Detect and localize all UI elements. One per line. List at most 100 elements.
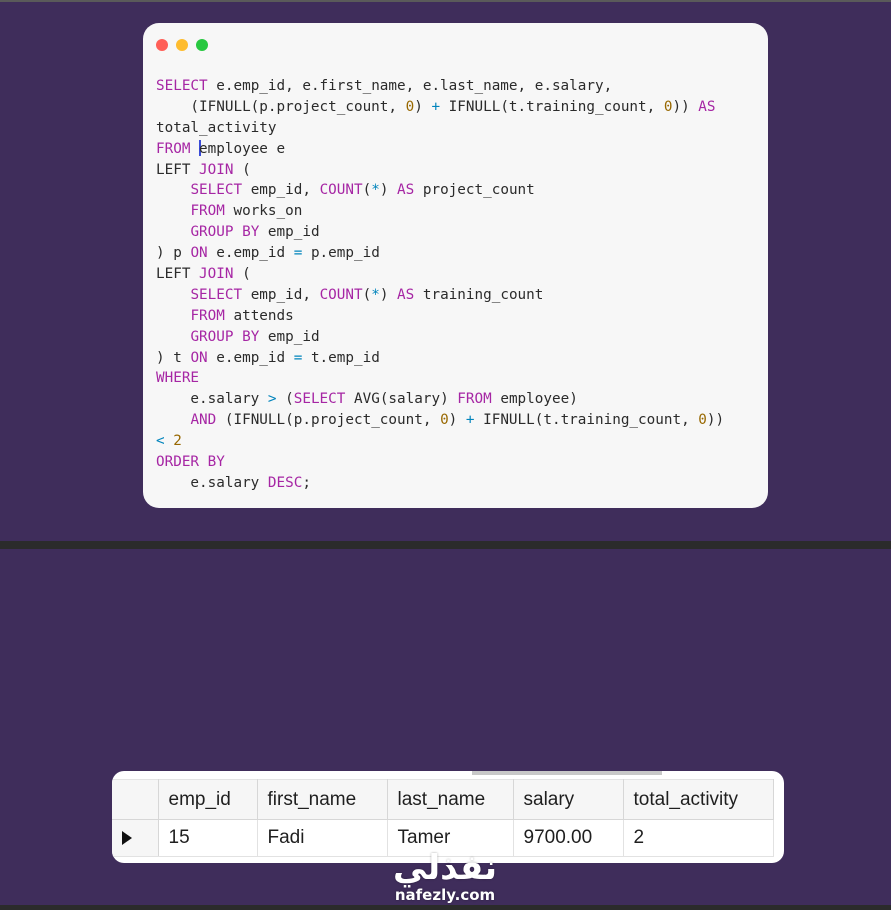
maximize-dot-icon[interactable] [196, 39, 208, 51]
code-token: ( [362, 182, 372, 199]
code-token: DESC [267, 474, 303, 491]
code-line: e.salary DESC; [156, 473, 724, 494]
code-token: AS [698, 98, 716, 115]
window-controls [156, 39, 208, 51]
code-token: 0 [698, 412, 707, 429]
horizontal-scrollbar[interactable] [472, 771, 662, 775]
code-token: ) t [156, 349, 191, 366]
code-line: ORDER BY [156, 452, 724, 473]
row-header[interactable] [112, 819, 159, 857]
code-token: COUNT [319, 286, 363, 303]
code-token: ORDER BY [156, 454, 225, 471]
code-token: (IFNULL(p.project_count, [216, 412, 441, 429]
code-token: employee) [491, 391, 578, 408]
code-token: FROM [190, 307, 225, 324]
code-token: IFNULL(t.training_count, [440, 98, 664, 115]
code-token: project_count [414, 182, 535, 199]
code-line: LEFT JOIN ( [156, 160, 724, 181]
code-token: SELECT [293, 391, 346, 408]
code-line: FROM employee e [156, 139, 724, 160]
row-header-corner [112, 779, 159, 820]
grid-header-row: emp_id first_name last_name salary total… [112, 779, 774, 820]
minimize-dot-icon[interactable] [176, 39, 188, 51]
code-token: WHERE [156, 370, 200, 387]
code-line: < 2 [156, 431, 724, 452]
column-header-emp-id[interactable]: emp_id [158, 779, 258, 820]
code-token: e.salary [156, 391, 268, 408]
cell-first-name[interactable]: Fadi [257, 819, 388, 857]
code-token: > [267, 391, 277, 408]
cell-salary[interactable]: 9700.00 [513, 819, 624, 857]
column-header-last-name[interactable]: last_name [387, 779, 514, 820]
code-line: WHERE [156, 368, 724, 389]
code-token: JOIN [199, 266, 234, 283]
code-window: SELECT e.emp_id, e.first_name, e.last_na… [143, 23, 768, 508]
row-pointer-icon [122, 830, 132, 845]
code-line: SELECT emp_id, COUNT(*) AS project_count [156, 180, 724, 201]
code-token: e.emp_id, e.first_name, e.last_name, e.s… [207, 78, 613, 94]
code-line: GROUP BY emp_id [156, 222, 724, 243]
code-token: ) [448, 412, 466, 429]
code-line: FROM works_on [156, 201, 724, 222]
code-line: ) t ON e.emp_id = t.emp_id [156, 348, 724, 369]
code-token: AS [397, 286, 415, 303]
code-token: LEFT [156, 161, 200, 178]
code-token: GROUP BY [190, 224, 260, 241]
code-token: * [371, 286, 380, 303]
column-header-total-activity[interactable]: total_activity [623, 779, 774, 820]
cell-emp-id[interactable]: 15 [158, 819, 258, 857]
column-header-salary[interactable]: salary [513, 779, 624, 820]
code-token: ( [362, 286, 372, 303]
code-line: FROM attends [156, 306, 724, 327]
code-token: emp_id [259, 224, 320, 241]
code-token: )) [672, 98, 699, 115]
code-token: emp_id, [242, 286, 320, 303]
code-token: ON [190, 349, 208, 366]
code-line: e.salary > (SELECT AVG(salary) FROM empl… [156, 389, 724, 410]
code-token: p.emp_id [302, 245, 380, 262]
code-line: SELECT e.emp_id, e.first_name, e.last_na… [156, 76, 724, 97]
result-grid: emp_id first_name last_name salary total… [112, 779, 774, 857]
sql-code-block[interactable]: SELECT e.emp_id, e.first_name, e.last_na… [156, 76, 724, 494]
code-token: ( [233, 161, 251, 178]
code-token: * [371, 182, 380, 199]
code-token: SELECT [190, 182, 243, 199]
code-token: training_count [414, 286, 544, 303]
code-token: ) p [156, 245, 191, 262]
code-token: ON [190, 245, 208, 262]
code-token: AND [190, 412, 217, 429]
code-token: 0 [405, 98, 415, 115]
code-token: + [465, 412, 475, 429]
code-token: works_on [224, 203, 303, 220]
code-token: employee e [199, 140, 286, 157]
watermark: نفذلي nafezly.com [389, 850, 501, 908]
column-header-first-name[interactable]: first_name [257, 779, 388, 820]
code-token: e.emp_id [207, 349, 294, 366]
code-token: )) [706, 412, 725, 429]
watermark-logo: نفذلي [392, 848, 498, 888]
code-line: ) p ON e.emp_id = p.emp_id [156, 243, 724, 264]
code-token: COUNT [319, 182, 363, 199]
close-dot-icon[interactable] [156, 39, 168, 51]
code-token: ; [302, 474, 311, 491]
code-token: e.emp_id [207, 245, 294, 262]
code-token: + [431, 98, 441, 115]
watermark-domain: nafezly.com [394, 886, 496, 904]
code-token: e.salary [156, 474, 268, 491]
code-token: GROUP BY [190, 328, 260, 345]
code-token: ) [414, 98, 432, 115]
code-token: SELECT [190, 286, 243, 303]
code-line: LEFT JOIN ( [156, 264, 724, 285]
bottom-border [0, 905, 891, 910]
code-token: 0 [440, 412, 449, 429]
code-line: SELECT emp_id, COUNT(*) AS training_coun… [156, 285, 724, 306]
code-token: 2 [173, 433, 182, 450]
code-token: ) [379, 182, 398, 199]
cell-total-activity[interactable]: 2 [623, 819, 774, 857]
code-token: emp_id [259, 328, 320, 345]
